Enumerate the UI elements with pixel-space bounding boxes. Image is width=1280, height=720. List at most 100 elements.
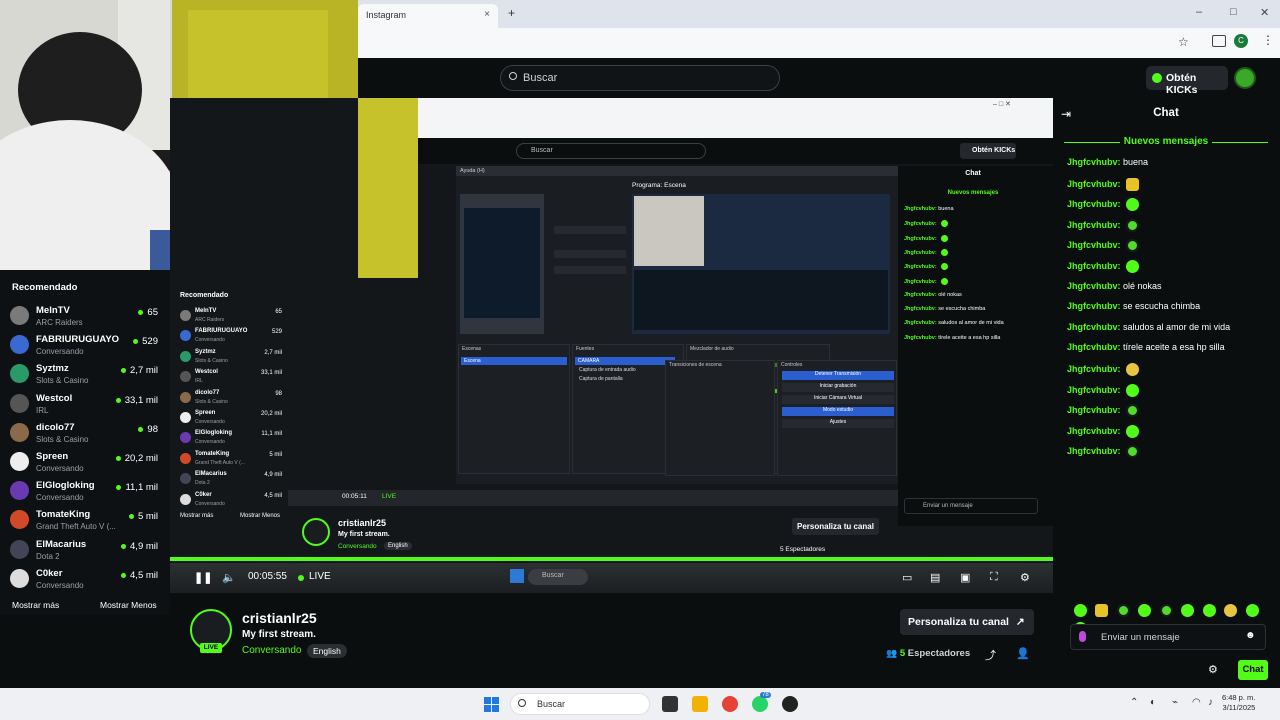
chat-message[interactable]: Jhgfcvhubv: tírele aceite a esa hp silla [1067,342,1225,352]
tab-close-icon[interactable]: × [484,9,490,20]
chat-username[interactable]: Jhgfcvhubv: [1067,384,1121,394]
new-messages-divider[interactable]: Nuevos mensajes [1058,136,1274,147]
chat-username[interactable]: Jhgfcvhubv: [1067,342,1121,352]
sidebar-channel-item[interactable]: MelnTV ARC Raiders 65 [10,303,160,332]
chat-message[interactable]: Jhgfcvhubv: buena [1067,157,1148,167]
chat-message[interactable]: Jhgfcvhubv: [1067,260,1140,273]
settings-gear-icon[interactable]: ⚙ [1020,571,1030,584]
mirror-channel-item: MelnTV ARC Raiders 65 [180,308,282,328]
chat-settings-icon[interactable]: ⚙ [1208,663,1218,676]
sidebar-channel-item[interactable]: TomateKing Grand Theft Auto V (... 5 mil [10,507,160,536]
bookmark-star-icon[interactable]: ☆ [1178,35,1189,49]
chat-send-button[interactable]: Chat [1238,660,1268,680]
microphone-icon[interactable] [1079,631,1086,642]
chat-message[interactable]: Jhgfcvhubv: se escucha chimba [1067,301,1200,311]
personalize-channel-button[interactable]: Personaliza tu canal ↗ [900,609,1034,635]
maximize-button[interactable]: □ [1230,6,1237,18]
browser-menu-icon[interactable]: ⋮ [1262,33,1274,47]
theatre-icon[interactable]: ▤ [930,571,940,584]
show-less-button[interactable]: Mostrar Menos [100,600,157,610]
sidebar-channel-item[interactable]: C0ker Conversando 4,5 mil [10,566,160,595]
volume-tray-icon[interactable]: ♪ [1208,697,1213,708]
chat-message[interactable]: Jhgfcvhubv: [1067,424,1140,438]
chat-username[interactable]: Jhgfcvhubv: [1067,405,1121,415]
emoji-picker-icon[interactable]: ☻ [1245,630,1256,641]
profile-avatar[interactable]: C [1234,34,1248,48]
user-avatar[interactable] [1234,67,1256,89]
emote-icon[interactable] [1138,604,1152,618]
chat-message[interactable]: Jhgfcvhubv: [1067,177,1140,191]
sidebar-channel-item[interactable]: ElGlogloking Conversando 11,1 mil [10,478,160,507]
sidebar-channel-item[interactable]: Syztmz Slots & Casino 2,7 mil [10,361,160,390]
progress-bar[interactable] [170,557,1053,561]
file-explorer-icon[interactable] [692,696,708,712]
sidebar-channel-item[interactable]: FABRIURUGUAYO Conversando 529 [10,332,160,361]
system-clock[interactable]: 6:48 p. m. 3/11/2025 [1222,693,1255,713]
obs-icon[interactable] [782,696,798,712]
chat-message[interactable]: Jhgfcvhubv: [1067,218,1140,232]
chat-username[interactable]: Jhgfcvhubv: [1067,220,1121,230]
taskbar-search[interactable]: Buscar [510,693,650,715]
emote-icon[interactable] [1245,604,1259,618]
tray-network-icon[interactable]: ⌁ [1172,697,1178,708]
show-more-button[interactable]: Mostrar más [12,600,59,610]
chat-username[interactable]: Jhgfcvhubv: [1067,301,1121,311]
sidebar-channel-item[interactable]: dicolo77 Slots & Casino 98 [10,420,160,449]
emote-icon[interactable] [1224,604,1238,618]
emote-icon[interactable] [1181,604,1195,618]
emote-icon[interactable] [1202,604,1216,618]
pip-icon[interactable]: ▭ [902,571,912,584]
chat-message[interactable]: Jhgfcvhubv: [1067,445,1140,459]
sidebar-channel-item[interactable]: Westcol IRL 33,1 mil [10,391,160,420]
chat-username[interactable]: Jhgfcvhubv: [1067,281,1121,291]
close-window-button[interactable]: ✕ [1260,6,1269,19]
chat-username[interactable]: Jhgfcvhubv: [1067,199,1121,209]
chat-username[interactable]: Jhgfcvhubv: [1067,446,1121,456]
chat-username[interactable]: Jhgfcvhubv: [1067,322,1121,332]
chat-message[interactable]: Jhgfcvhubv: saludos al amor de mi vida [1067,322,1230,332]
chat-username[interactable]: Jhgfcvhubv: [1067,178,1121,188]
clip-icon[interactable]: ▣ [960,571,970,584]
chat-username[interactable]: Jhgfcvhubv: [1067,426,1121,436]
streamer-name[interactable]: cristianlr25 [242,610,317,626]
whatsapp-icon[interactable] [752,696,768,712]
wifi-icon[interactable]: ◠ [1192,697,1201,708]
start-button[interactable] [484,697,499,712]
fullscreen-icon[interactable]: ⛶ [990,571,998,584]
minimize-button[interactable]: – [1196,6,1202,18]
sidebar-channel-item[interactable]: ElMacarius Dota 2 4,9 mil [10,537,160,566]
chrome-icon[interactable] [722,696,738,712]
pause-button[interactable]: ❚❚ [194,571,212,584]
stream-category[interactable]: Conversando [242,645,301,656]
chat-message[interactable]: Jhgfcvhubv: [1067,198,1140,212]
emote-icon[interactable] [1116,604,1130,618]
channel-name: ElMacarius [36,538,87,550]
get-kicks-button[interactable]: Obtén KICKs [1146,66,1228,96]
tab-instagram[interactable]: Instagram × [358,4,498,28]
tray-app-icon[interactable]: ◐ [1150,697,1156,708]
volume-icon[interactable]: 🔈 [222,571,236,584]
chat-message[interactable]: Jhgfcvhubv: olé nokas [1067,281,1162,291]
chat-username[interactable]: Jhgfcvhubv: [1067,364,1121,374]
chat-input[interactable]: Enviar un mensaje [1070,624,1266,650]
chat-username[interactable]: Jhgfcvhubv: [1067,240,1121,250]
chat-message[interactable]: Jhgfcvhubv: [1067,239,1140,253]
language-tag[interactable]: English [307,644,347,658]
tray-chevron-icon[interactable]: ⌃ [1130,697,1138,708]
chat-message[interactable]: Jhgfcvhubv: [1067,383,1140,397]
emote-icon[interactable] [1095,604,1109,618]
tab-search-icon[interactable] [1212,35,1226,47]
new-tab-button[interactable]: + [508,6,515,20]
task-view-icon[interactable] [662,696,678,712]
chat-username[interactable]: Jhgfcvhubv: [1067,261,1121,271]
add-user-icon[interactable]: 👤 [1016,647,1030,660]
sidebar-channel-item[interactable]: Spreen Conversando 20,2 mil [10,449,160,478]
chat-message[interactable]: Jhgfcvhubv: [1067,363,1140,376]
emote-icon[interactable] [1159,604,1173,618]
emote-icon[interactable] [1074,604,1087,618]
search-input[interactable]: Buscar [500,65,780,91]
chat-message[interactable]: Jhgfcvhubv: [1067,404,1140,418]
chat-username[interactable]: Jhgfcvhubv: [1067,157,1121,167]
stream-video[interactable]: Recomendado MelnTV ARC Raiders 65 FABRIURUG… [170,98,1053,592]
share-icon[interactable]: ⤴ [985,647,996,663]
